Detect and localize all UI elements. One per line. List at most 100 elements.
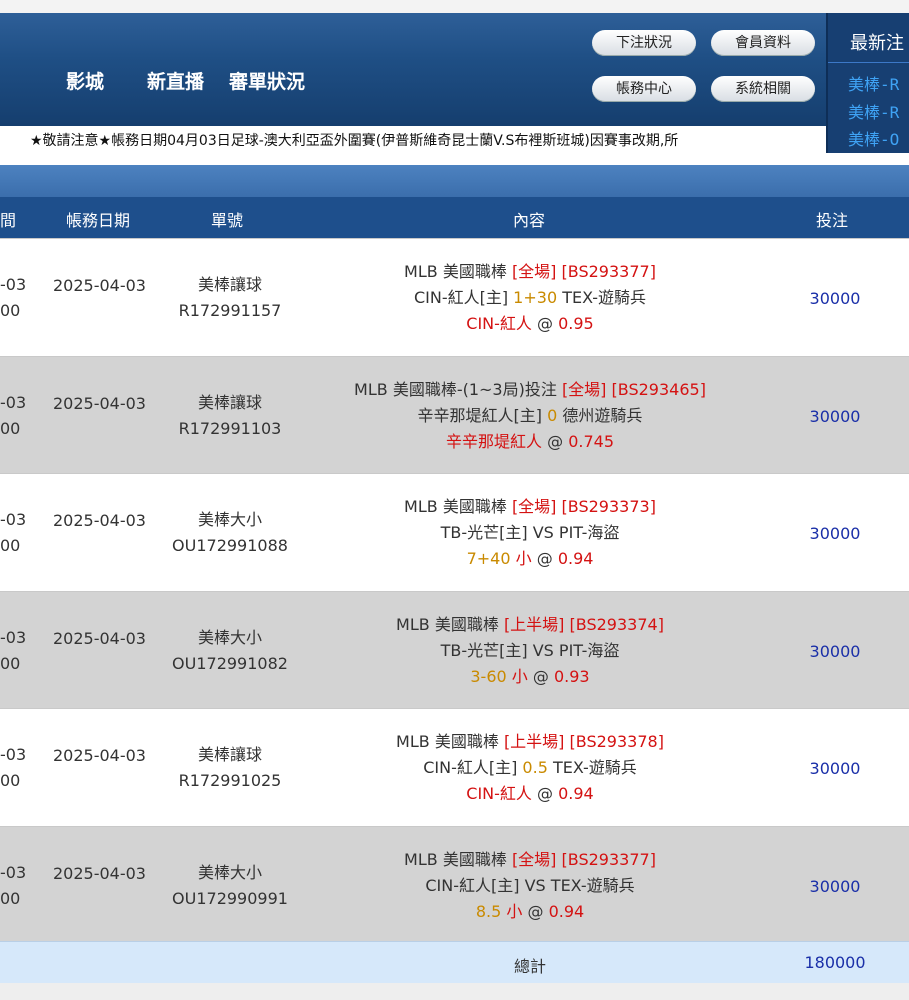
ticket-number: R172991025 (178, 771, 282, 790)
nav-review-status[interactable]: 審單狀況 (229, 67, 305, 94)
latest-bets-title: 最新注 (850, 33, 904, 54)
away-team: 德州遊騎兵 (562, 405, 643, 425)
pick-line: 7+40 小 @ 0.94 (320, 546, 740, 572)
period: [全場] (511, 849, 557, 869)
league-line: MLB 美國職棒 [上半場] [BS293374] (320, 612, 740, 638)
away-team: TEX-遊騎兵 (550, 875, 635, 895)
bet-time-clock: 00 (0, 536, 21, 555)
ticket-number: OU172990991 (172, 888, 288, 908)
league: MLB 美國職棒 (404, 497, 507, 516)
account-date: 2025-04-03 (53, 276, 146, 295)
match-code: [BS293465] (611, 379, 706, 399)
away-team: TEX-遊騎兵 (552, 758, 637, 777)
home-team: CIN-紅人[主] (423, 758, 518, 777)
bet-time-clock: 00 (0, 653, 21, 673)
account-center-button[interactable]: 帳務中心 (592, 76, 696, 102)
account-date: 2025-04-03 (53, 863, 146, 883)
bet-time-date: -03 (0, 510, 27, 529)
bet-time-clock: 00 (0, 301, 21, 320)
handicap-line: VS (524, 875, 546, 895)
away-team: PIT-海盜 (558, 523, 620, 542)
table-header: 間 帳務日期 單號 內容 投注 (0, 197, 909, 238)
latest-bets-panel: 最新注 美棒-R 美棒-R 美棒-O (826, 13, 909, 153)
ticket-number: R172991157 (178, 301, 282, 320)
bet-amount: 30000 (809, 876, 861, 896)
member-info-button[interactable]: 會員資料 (711, 30, 815, 56)
nav-cinema[interactable]: 影城 (66, 67, 104, 94)
news-item[interactable]: 美棒-R (848, 99, 899, 123)
bet-time-date: -03 (0, 862, 27, 882)
odds: 0.745 (568, 431, 614, 451)
home-team: CIN-紅人[主] (425, 875, 520, 895)
pick: CIN-紅人 (466, 314, 532, 333)
table-row: -03 00 2025-04-03 美棒大小 OU172991088 MLB 美國職棒 [… (0, 473, 909, 591)
table-row: -03 00 2025-04-03 美棒大小 OU172991082 MLB 美國職棒 [… (0, 590, 909, 709)
match-code: [BS293377] (561, 849, 656, 869)
match-code: [BS293374] (569, 614, 664, 634)
total-label: 總計 (513, 957, 546, 976)
bet-content: MLB 美國職棒 [全場] [BS293373] TB-光芒[主] VS PIT-… (320, 494, 740, 572)
pick-line: 8.5 小 @ 0.94 (320, 899, 740, 925)
match-code: [BS293373] (561, 497, 656, 516)
league-line: MLB 美國職棒 [全場] [BS293377] (320, 259, 740, 285)
league-line: MLB 美國職棒 [全場] [BS293373] (320, 494, 740, 520)
pick: 小 (515, 549, 532, 568)
bet-content: MLB 美國職棒 [上半場] [BS293374] TB-光芒[主] VS PIT… (320, 612, 740, 690)
bet-time-date: -03 (0, 392, 27, 412)
bet-amount: 30000 (809, 406, 861, 426)
ticket: 美棒大小 OU172991082 (150, 625, 310, 677)
period: [全場] (561, 379, 607, 399)
bet-amount: 30000 (809, 759, 861, 778)
ticket-type: 美棒讓球 (197, 275, 262, 294)
system-button[interactable]: 系統相關 (711, 76, 815, 102)
matchup-line: TB-光芒[主] VS PIT-海盜 (320, 638, 740, 664)
at-sign: @ (537, 314, 553, 333)
top-strip (0, 0, 909, 13)
handicap-line: 1+30 (513, 288, 558, 307)
bet-time-clock: 00 (0, 888, 21, 908)
pick-line: CIN-紅人 @ 0.95 (320, 311, 740, 337)
bet-time-clock: 00 (0, 771, 21, 790)
bet-time: -03 00 (0, 860, 40, 912)
bet-time-clock: 00 (0, 418, 21, 438)
table-row: -03 00 2025-04-03 美棒讓球 R172991103 MLB 美國職棒-(1… (0, 355, 909, 474)
divider (828, 62, 909, 63)
account-date: 2025-04-03 (53, 511, 146, 530)
home-team: TB-光芒[主] (440, 640, 528, 660)
total-line: 7+40 (466, 549, 511, 568)
table-row: -03 00 2025-04-03 美棒讓球 R172991157 MLB 美國職棒 [全… (0, 238, 909, 356)
pick-line: CIN-紅人 @ 0.94 (320, 781, 740, 807)
at-sign: @ (532, 666, 549, 686)
bet-content: MLB 美國職棒 [全場] [BS293377] CIN-紅人[主] 1+30 T… (320, 259, 740, 337)
bet-time: -03 00 (0, 625, 40, 677)
news-item[interactable]: 美棒-O (848, 126, 899, 150)
news-item[interactable]: 美棒-R (848, 71, 899, 95)
ticket: 美棒讓球 R172991157 (150, 272, 310, 324)
account-date: 2025-04-03 (53, 628, 146, 648)
bet-content: MLB 美國職棒-(1~3局)投注 [全場] [BS293465] 辛辛那堤紅人[… (320, 377, 740, 455)
league-line: MLB 美國職棒 [上半場] [BS293378] (320, 729, 740, 755)
bet-status-button[interactable]: 下注狀況 (592, 30, 696, 56)
matchup-line: TB-光芒[主] VS PIT-海盜 (320, 520, 740, 546)
league-line: MLB 美國職棒-(1~3局)投注 [全場] [BS293465] (320, 377, 740, 403)
nav-live[interactable]: 新直播 (147, 67, 204, 94)
pick: 小 (506, 901, 523, 921)
matchup-line: CIN-紅人[主] 0.5 TEX-遊騎兵 (320, 755, 740, 781)
totals-row: 總計 180000 (0, 941, 909, 983)
home-team: TB-光芒[主] (440, 523, 528, 542)
ticket-type: 美棒大小 (197, 862, 262, 882)
table-row: -03 00 2025-04-03 美棒讓球 R172991025 MLB 美國職棒 [上… (0, 708, 909, 826)
match-code: [BS293378] (569, 732, 664, 751)
period: [全場] (511, 262, 557, 281)
ticket-number: R172991103 (178, 418, 282, 438)
handicap-line: VS (532, 523, 554, 542)
at-sign: @ (536, 549, 553, 568)
col-time: 間 (0, 211, 17, 230)
col-amount: 投注 (816, 211, 849, 230)
site-header: 影城 新直播 審單狀況 下注狀況 會員資料 帳務中心 系統相關 (0, 13, 826, 126)
bet-time: -03 00 (0, 742, 40, 794)
pick-line: 辛辛那堤紅人 @ 0.745 (320, 429, 740, 455)
ticket-type: 美棒大小 (197, 510, 262, 529)
odds: 0.95 (558, 314, 594, 333)
period: [上半場] (503, 614, 565, 634)
